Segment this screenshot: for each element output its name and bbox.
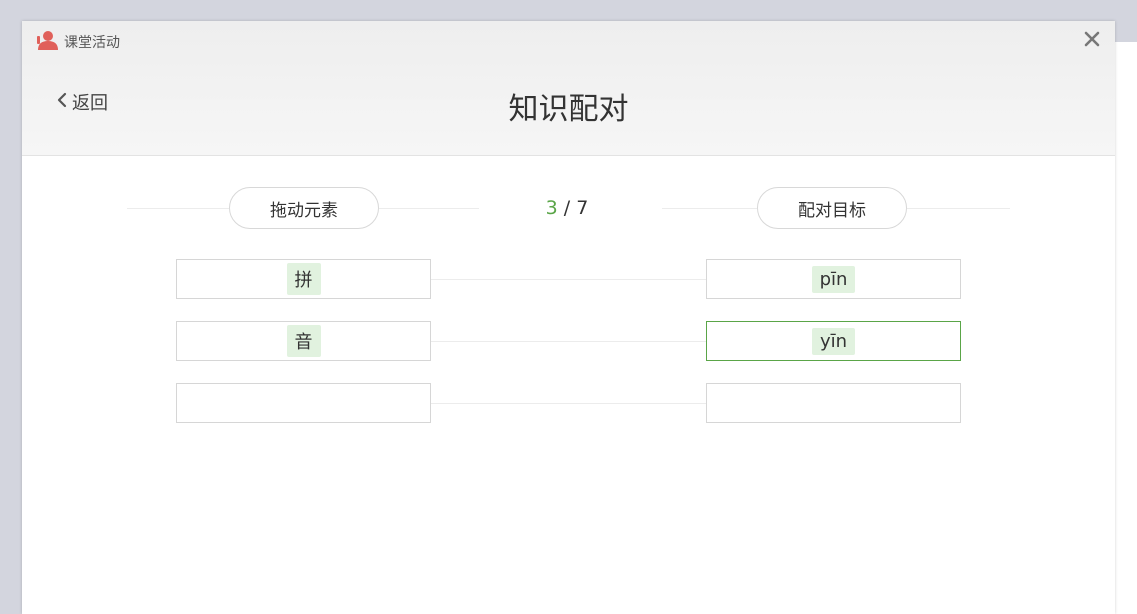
drag-tile[interactable]: 音	[286, 325, 321, 357]
pair-connector	[431, 403, 706, 404]
drag-slot[interactable]: 拼	[176, 259, 431, 299]
target-slot[interactable]: pīn	[706, 259, 961, 299]
drag-tile[interactable]: 拼	[286, 263, 321, 295]
close-button[interactable]	[1080, 27, 1104, 51]
progress-counter: 3 / 7	[522, 197, 612, 219]
progress-total: 7	[576, 197, 589, 219]
target-tile[interactable]: yīn	[811, 327, 856, 355]
match-targets-label: 配对目标	[757, 187, 907, 229]
header-divider	[127, 208, 229, 209]
target-slot-active[interactable]: yīn	[706, 321, 961, 361]
desktop-backdrop-right	[1115, 42, 1137, 614]
app-title: 课堂活动	[64, 35, 120, 51]
user-icon	[37, 30, 59, 50]
header-divider	[379, 208, 479, 209]
window-header: 课堂活动 返回 知识配对	[22, 21, 1115, 156]
target-slot-empty[interactable]	[706, 383, 961, 423]
drag-elements-label: 拖动元素	[229, 187, 379, 229]
close-icon	[1084, 31, 1100, 47]
activity-window: 课堂活动 返回 知识配对 拖动元素 3 / 7 配对目标 拼 pīn 音 yīn	[22, 21, 1115, 614]
pair-connector	[431, 341, 706, 342]
page-title: 知识配对	[508, 92, 629, 127]
progress-separator: /	[557, 197, 577, 219]
pair-connector	[431, 279, 706, 280]
drag-slot-empty[interactable]	[176, 383, 431, 423]
progress-current: 3	[545, 197, 558, 219]
drag-slot[interactable]: 音	[176, 321, 431, 361]
header-divider	[662, 208, 757, 209]
header-divider	[907, 208, 1010, 209]
target-tile[interactable]: pīn	[811, 265, 856, 293]
